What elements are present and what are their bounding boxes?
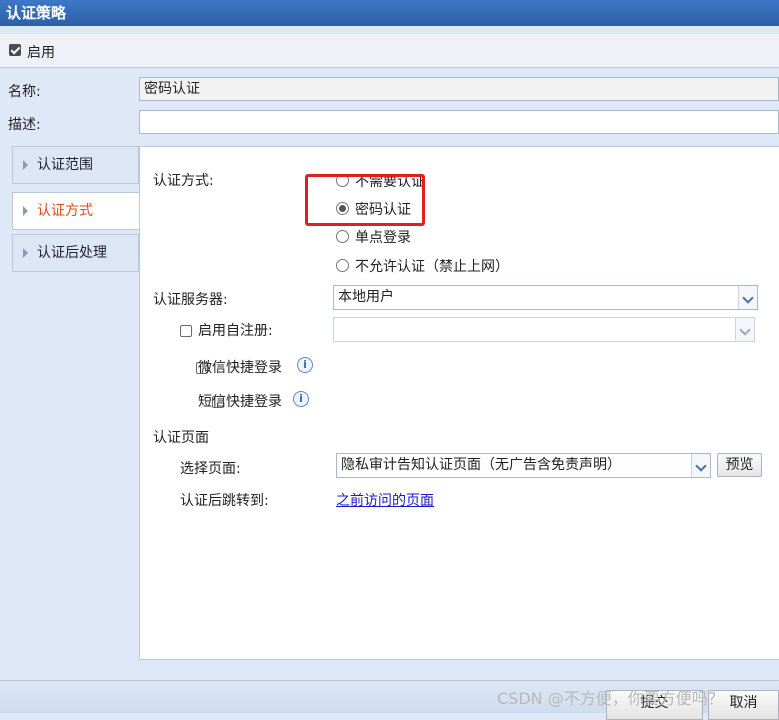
auth-page-value: 隐私审计告知认证页面（无广告含免责声明） bbox=[341, 457, 621, 473]
nav-item-label: 认证范围 bbox=[37, 157, 93, 173]
auth-method-panel: 认证方式: 不需要认证 密码认证 单点登录 不允许认证（禁止上网） 认证服务器:… bbox=[139, 146, 779, 660]
watermark: CSDN @不方便，你要方便吗？ bbox=[497, 689, 724, 708]
info-icon[interactable]: i bbox=[297, 357, 313, 373]
self-register-label: 启用自注册: bbox=[198, 323, 273, 339]
radio-sso-label: 单点登录 bbox=[355, 230, 411, 246]
info-icon[interactable]: i bbox=[293, 391, 309, 407]
redirect-label: 认证后跳转到: bbox=[180, 493, 269, 509]
self-register-checkbox[interactable] bbox=[180, 324, 192, 337]
enable-label: 启用 bbox=[27, 45, 55, 61]
description-input[interactable] bbox=[139, 110, 779, 134]
chevron-right-icon bbox=[23, 248, 28, 258]
radio-deny-auth[interactable] bbox=[336, 259, 349, 272]
description-label: 描述: bbox=[8, 117, 41, 133]
radio-sso[interactable] bbox=[336, 230, 349, 243]
nav-item-auth-method[interactable]: 认证方式 bbox=[12, 192, 139, 230]
select-page-label: 选择页面: bbox=[180, 461, 241, 477]
window-title: 认证策略 bbox=[0, 0, 779, 26]
wechat-login-label: 微信快捷登录 bbox=[198, 360, 282, 376]
auth-page-section-label: 认证页面 bbox=[153, 430, 209, 446]
auth-page-select[interactable]: 隐私审计告知认证页面（无广告含免责声明） bbox=[336, 453, 711, 478]
chevron-down-icon[interactable] bbox=[691, 454, 710, 477]
auth-server-value: 本地用户 bbox=[338, 289, 394, 305]
auth-server-label: 认证服务器: bbox=[153, 292, 228, 308]
chevron-right-icon bbox=[23, 206, 28, 216]
highlight-box bbox=[305, 174, 425, 226]
nav-item-label: 认证方式 bbox=[37, 203, 93, 219]
nav-item-post-auth[interactable]: 认证后处理 bbox=[12, 234, 139, 272]
chevron-down-icon[interactable] bbox=[738, 286, 757, 309]
auth-method-label: 认证方式: bbox=[153, 173, 214, 189]
redirect-link[interactable]: 之前访问的页面 bbox=[336, 490, 434, 510]
enable-checkbox[interactable] bbox=[9, 44, 21, 56]
chevron-down-icon[interactable] bbox=[735, 318, 754, 341]
radio-deny-auth-label: 不允许认证（禁止上网） bbox=[355, 259, 509, 275]
name-label: 名称: bbox=[8, 84, 41, 100]
preview-button[interactable]: 预览 bbox=[717, 453, 762, 477]
self-register-select[interactable] bbox=[333, 317, 755, 342]
sms-login-label: 短信快捷登录 bbox=[198, 394, 282, 410]
nav-item-label: 认证后处理 bbox=[37, 245, 107, 261]
nav-item-auth-scope[interactable]: 认证范围 bbox=[12, 146, 139, 184]
enable-row: 启用 bbox=[0, 34, 779, 68]
auth-server-select[interactable]: 本地用户 bbox=[333, 285, 758, 310]
chevron-right-icon bbox=[23, 160, 28, 170]
name-input[interactable]: 密码认证 bbox=[139, 77, 779, 101]
